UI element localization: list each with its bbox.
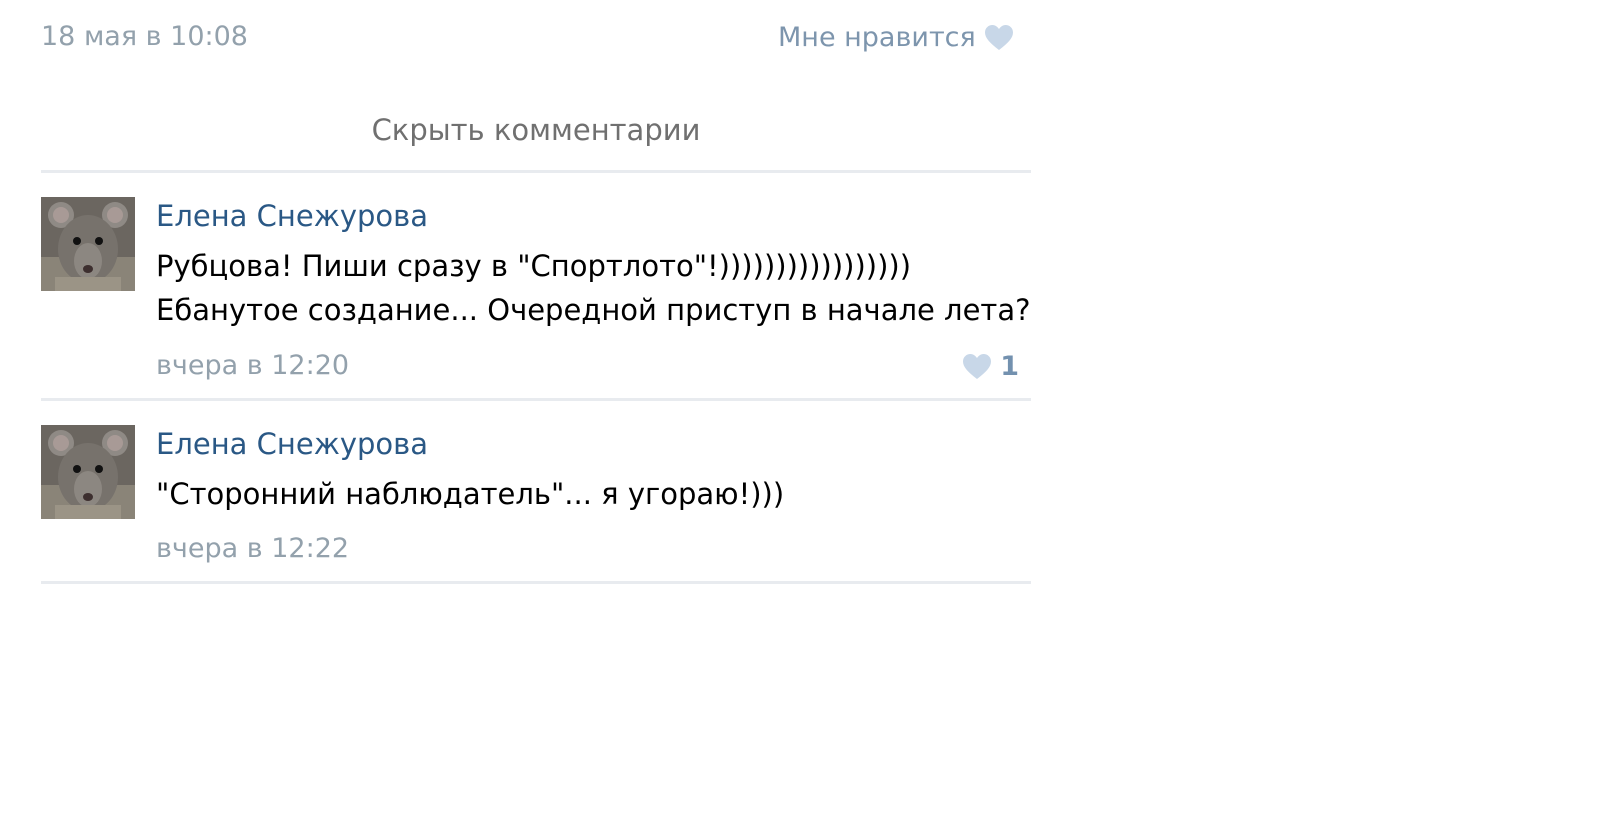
like-count: 1 — [1000, 350, 1019, 382]
divider — [41, 398, 1031, 401]
comment-item: Елена Снежурова "Сторонний наблюдатель".… — [41, 425, 1031, 575]
comment-author[interactable]: Елена Снежурова — [156, 425, 428, 463]
comment-text-line: Рубцова! Пиши сразу в "Спортлото"!))))))… — [156, 249, 912, 283]
avatar[interactable] — [41, 425, 135, 519]
heart-icon — [962, 353, 992, 380]
comment-like-button[interactable]: 1 — [962, 348, 1019, 384]
heart-icon — [984, 24, 1014, 51]
divider — [41, 170, 1031, 173]
comment-author[interactable]: Елена Снежурова — [156, 197, 428, 235]
divider — [41, 581, 1031, 584]
like-post-label: Мне нравится — [778, 21, 976, 53]
avatar[interactable] — [41, 197, 135, 291]
comment-time[interactable]: вчера в 12:22 — [156, 531, 349, 567]
comment-item: Елена Снежурова Рубцова! Пиши сразу в "С… — [41, 197, 1031, 397]
hide-comments-link[interactable]: Скрыть комментарии — [41, 110, 1031, 150]
comment-time[interactable]: вчера в 12:20 — [156, 348, 349, 384]
comment-text-line: "Сторонний наблюдатель"... я угораю!))) — [156, 477, 785, 511]
post-date[interactable]: 18 мая в 10:08 — [41, 19, 248, 55]
comment-text-line: Ебанутое создание... Очередной приступ в… — [156, 293, 1031, 327]
like-post-button[interactable]: Мне нравится — [778, 19, 1014, 55]
wall-post: 18 мая в 10:08 Мне нравится Скрыть комме… — [0, 0, 1601, 835]
